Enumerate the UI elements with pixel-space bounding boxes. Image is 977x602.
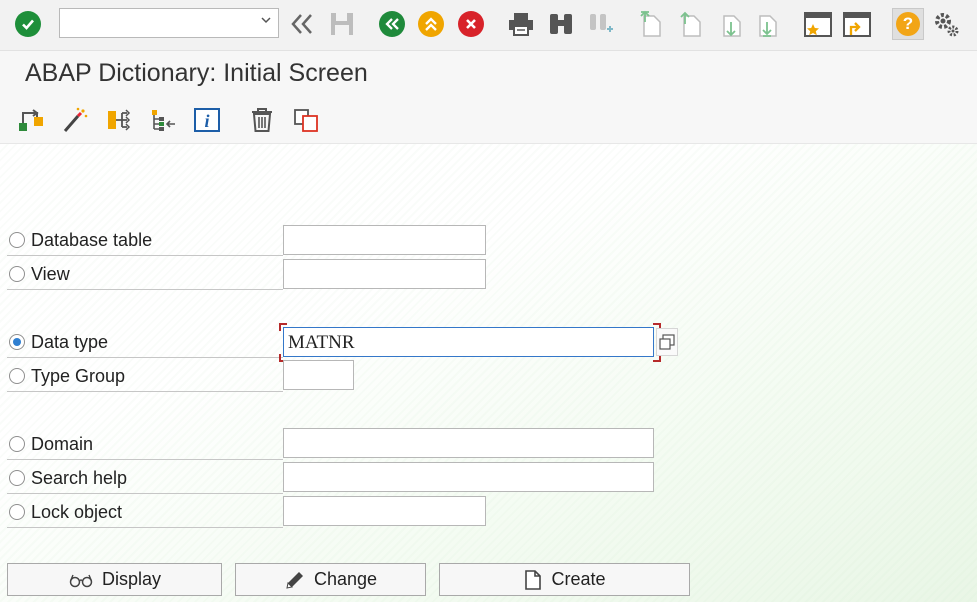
search-help-label: Search help <box>31 468 128 488</box>
type-group-field[interactable] <box>283 360 354 390</box>
print-button[interactable] <box>506 9 536 39</box>
data-type-label: Data type <box>31 332 109 352</box>
application-toolbar: i <box>0 97 977 144</box>
next-page-icon <box>723 15 741 37</box>
question-icon: ? <box>896 12 920 36</box>
data-type-field[interactable]: MATNR <box>283 327 654 357</box>
new-window-icon <box>804 12 832 37</box>
create-button-label: Create <box>551 569 606 589</box>
svg-text:i: i <box>204 111 209 131</box>
back-icon <box>379 11 405 37</box>
previous-page-icon <box>680 11 701 37</box>
collapse-button[interactable] <box>287 9 317 39</box>
documentation-button[interactable]: i <box>192 106 222 134</box>
copy-icon <box>294 109 318 132</box>
double-chevron-left-icon <box>291 14 312 34</box>
shortcut-icon <box>843 12 871 37</box>
chevron-down-icon[interactable] <box>260 13 272 29</box>
find-next-button[interactable] <box>586 9 616 39</box>
other-object-button[interactable] <box>16 106 46 134</box>
system-toolbar: ? <box>0 0 977 51</box>
display-button-label: Display <box>101 569 162 589</box>
save-icon <box>331 13 353 35</box>
search-help-field[interactable] <box>283 462 654 492</box>
find-button[interactable] <box>546 9 576 39</box>
display-button[interactable]: Display <box>7 563 222 596</box>
generate-shortcut-button[interactable] <box>842 9 872 39</box>
change-button[interactable]: Change <box>235 563 426 596</box>
delete-button[interactable] <box>247 106 277 134</box>
save-button[interactable] <box>327 9 357 39</box>
first-page-button[interactable] <box>636 9 666 39</box>
lock-object-field[interactable] <box>283 496 486 526</box>
command-input[interactable] <box>64 10 248 38</box>
required-marker <box>279 323 287 331</box>
checkmark-icon <box>15 11 41 37</box>
object-list-icon <box>152 110 175 131</box>
last-page-button[interactable] <box>752 9 782 39</box>
domain-radio[interactable] <box>9 436 25 452</box>
view-radio[interactable] <box>9 266 25 282</box>
next-page-button[interactable] <box>716 9 746 39</box>
value-help-button[interactable] <box>656 328 678 356</box>
activate-button[interactable] <box>60 106 90 134</box>
other-object-icon <box>19 109 43 131</box>
option-search-help[interactable]: Search help <box>7 463 283 494</box>
option-view[interactable]: View <box>7 259 283 290</box>
lock-object-radio[interactable] <box>9 504 25 520</box>
pencil-icon <box>286 571 303 589</box>
back-button[interactable] <box>377 9 407 39</box>
printer-icon <box>509 13 533 36</box>
type-group-radio[interactable] <box>9 368 25 384</box>
view-field[interactable] <box>283 259 486 289</box>
cancel-button[interactable] <box>456 9 486 39</box>
enter-button[interactable] <box>13 9 43 39</box>
create-session-button[interactable] <box>803 9 833 39</box>
where-used-list-button[interactable] <box>104 106 134 134</box>
view-label: View <box>31 264 70 284</box>
previous-page-button[interactable] <box>676 9 706 39</box>
domain-label: Domain <box>31 434 94 454</box>
find-next-icon <box>590 14 613 32</box>
data-type-radio[interactable] <box>9 334 25 350</box>
command-field[interactable] <box>59 8 279 38</box>
first-page-icon <box>640 10 661 37</box>
exit-icon <box>418 11 444 37</box>
display-object-list-button[interactable] <box>148 106 178 134</box>
option-domain[interactable]: Domain <box>7 429 283 460</box>
cancel-icon <box>458 11 484 37</box>
option-data-type[interactable]: Data type <box>7 327 283 358</box>
magic-wand-icon <box>63 107 88 132</box>
trash-icon <box>252 108 272 132</box>
selection-area: Database table View Data type MATNR Type… <box>0 144 977 602</box>
domain-field[interactable] <box>283 428 654 458</box>
last-page-icon <box>759 15 777 37</box>
new-document-icon <box>525 569 542 590</box>
exit-button[interactable] <box>416 9 446 39</box>
value-help-icon <box>659 334 675 350</box>
database-table-radio[interactable] <box>9 232 25 248</box>
lock-object-label: Lock object <box>31 502 123 522</box>
database-table-field[interactable] <box>283 225 486 255</box>
option-lock-object[interactable]: Lock object <box>7 497 283 528</box>
gear-icon <box>935 13 959 37</box>
option-database-table[interactable]: Database table <box>7 225 283 256</box>
where-used-icon <box>108 109 131 131</box>
search-help-radio[interactable] <box>9 470 25 486</box>
type-group-label: Type Group <box>31 366 126 386</box>
info-icon: i <box>194 108 220 132</box>
title-bar: ABAP Dictionary: Initial Screen <box>0 51 977 98</box>
change-button-label: Change <box>313 569 378 589</box>
create-button[interactable]: Create <box>439 563 690 596</box>
database-table-label: Database table <box>31 230 153 250</box>
glasses-icon <box>69 574 93 587</box>
binoculars-icon <box>550 14 572 34</box>
copy-button[interactable] <box>291 106 321 134</box>
page-title: ABAP Dictionary: Initial Screen <box>25 59 368 87</box>
option-type-group[interactable]: Type Group <box>7 361 283 392</box>
help-button[interactable]: ? <box>892 8 924 40</box>
customize-layout-button[interactable] <box>931 9 961 39</box>
